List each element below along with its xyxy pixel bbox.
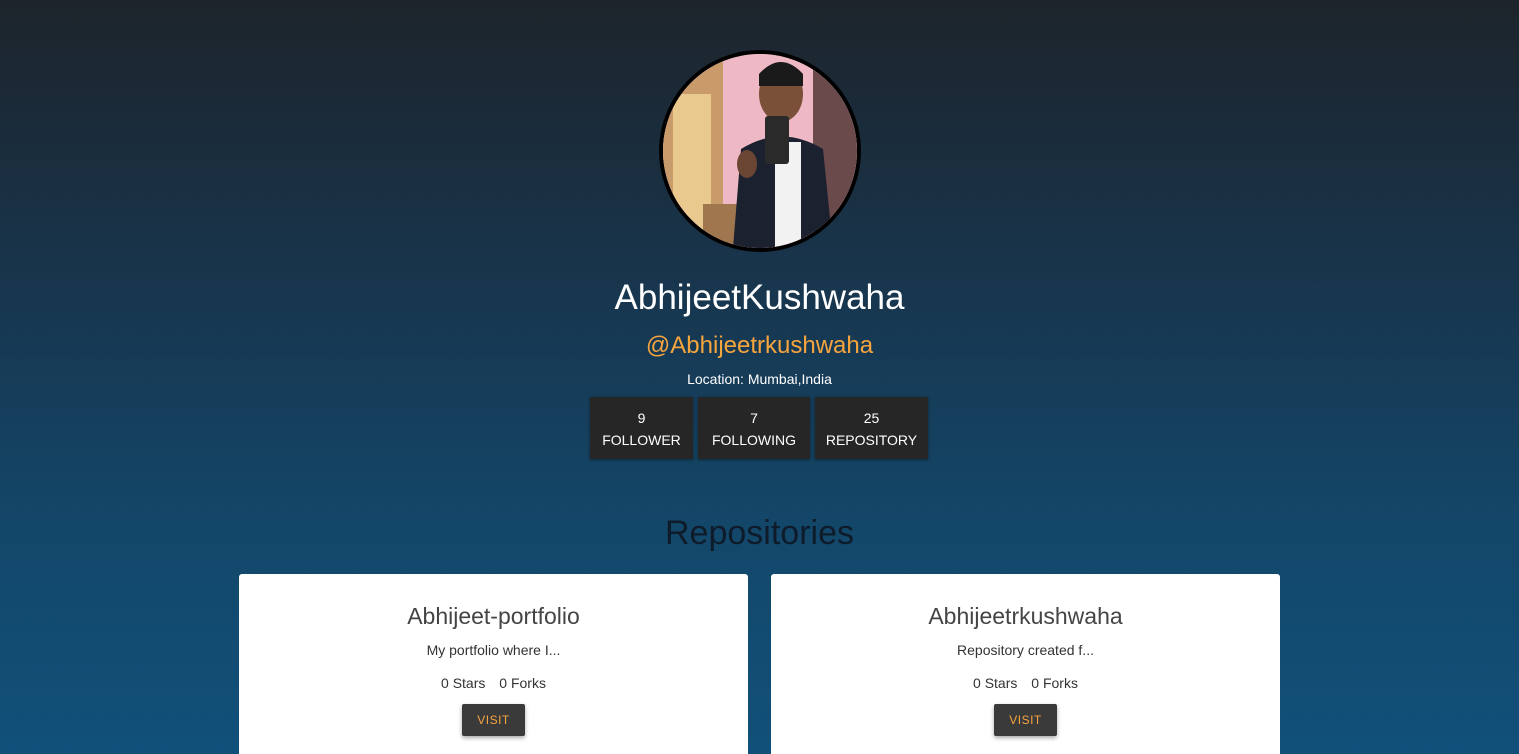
- stat-following: 7 FOLLOWING: [698, 397, 810, 459]
- repo-forks: 0 Forks: [1031, 675, 1078, 691]
- repo-stars: 0 Stars: [441, 675, 486, 691]
- stat-followers: 9 FOLLOWER: [590, 397, 693, 459]
- repo-card: Abhijeetrkushwaha Repository created f..…: [771, 574, 1280, 754]
- repo-meta: 0 Stars 0 Forks: [239, 674, 748, 692]
- repo-forks: 0 Forks: [499, 675, 546, 691]
- repo-description: Repository created f...: [957, 642, 1094, 658]
- visit-button[interactable]: VISIT: [994, 704, 1057, 736]
- repo-stars: 0 Stars: [973, 675, 1018, 691]
- stat-repositories-label: REPOSITORY: [825, 432, 918, 448]
- repositories-heading: Repositories: [665, 514, 854, 552]
- repo-meta: 0 Stars 0 Forks: [771, 674, 1280, 692]
- stat-repositories: 25 REPOSITORY: [815, 397, 928, 459]
- repo-name: Abhijeetrkushwaha: [928, 603, 1123, 629]
- stat-followers-label: FOLLOWER: [602, 432, 681, 448]
- profile-display-name: AbhijeetKushwaha: [614, 278, 905, 317]
- profile-location: Location: Mumbai,India: [687, 371, 832, 387]
- visit-button[interactable]: VISIT: [462, 704, 525, 736]
- repo-description: My portfolio where I...: [426, 642, 561, 658]
- avatar-image: [663, 54, 857, 248]
- stat-followers-count: 9: [637, 410, 646, 426]
- repo-card: Abhijeet-portfolio My portfolio where I.…: [239, 574, 748, 754]
- stat-following-count: 7: [750, 410, 758, 426]
- avatar: [659, 50, 861, 252]
- profile-username[interactable]: @Abhijeetrkushwaha: [0, 332, 1519, 360]
- repo-name: Abhijeet-portfolio: [407, 603, 580, 629]
- profile-stats: 9 FOLLOWER 7 FOLLOWING 25 REPOSITORY: [590, 397, 928, 459]
- stat-following-label: FOLLOWING: [711, 432, 796, 448]
- stat-repositories-count: 25: [863, 410, 880, 426]
